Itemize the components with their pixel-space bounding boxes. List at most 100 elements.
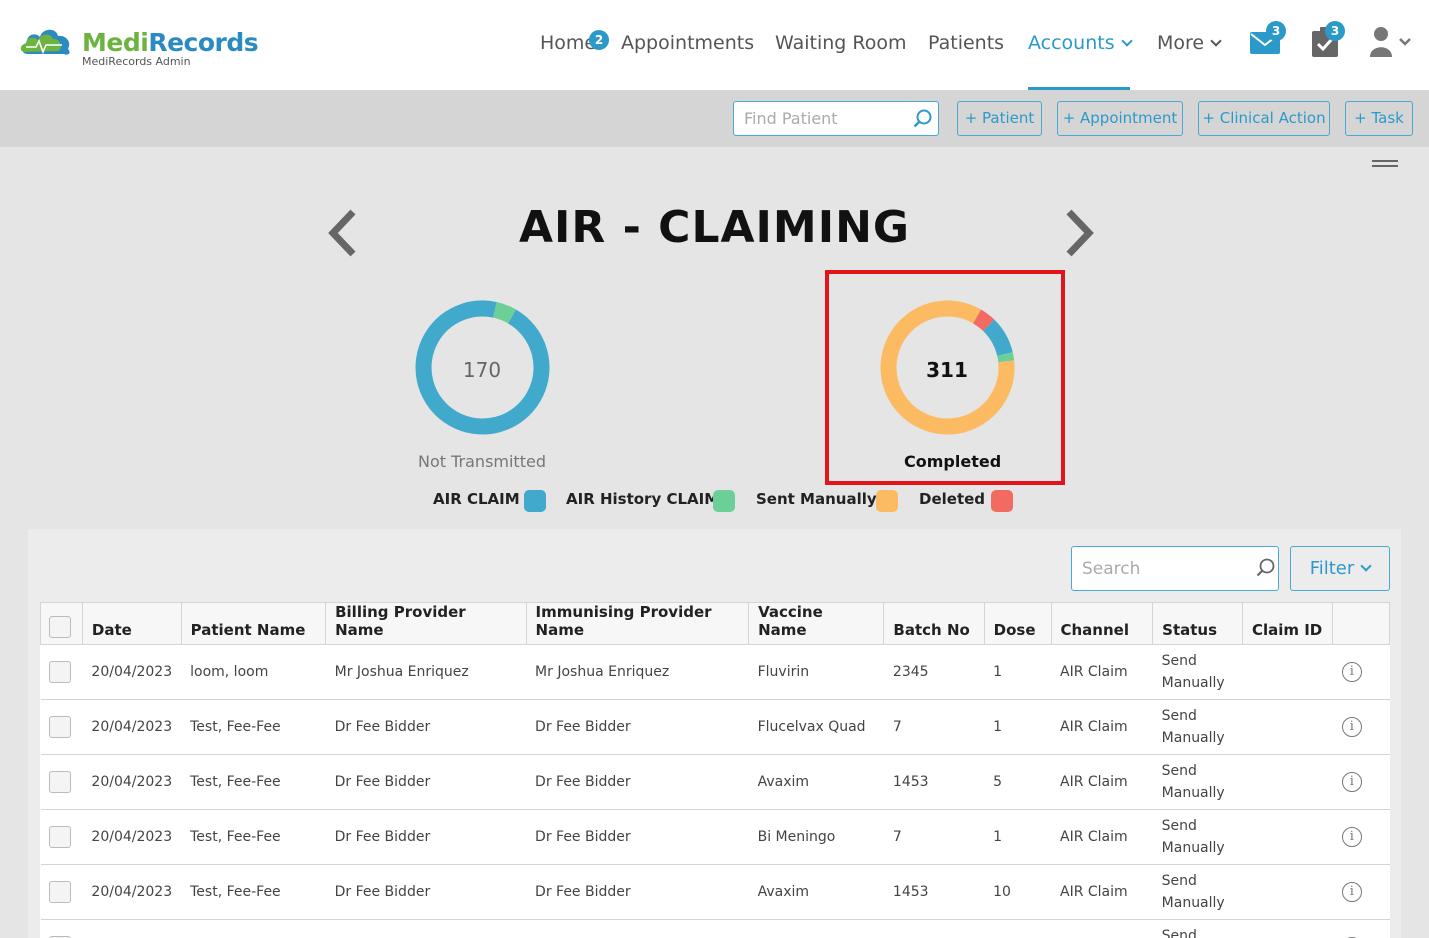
chevron-right-icon[interactable] (1063, 208, 1097, 258)
cell-date: 20/04/2023 (82, 699, 182, 755)
nav-more[interactable]: More (1157, 32, 1222, 54)
cell-status: Send Manually (1152, 919, 1243, 938)
cell-patient-name: Test, Fee-Fee (181, 699, 326, 755)
cell-status: Send Manually (1152, 754, 1243, 810)
info-icon[interactable]: i (1341, 717, 1362, 737)
col-patient-name[interactable]: Patient Name (180, 602, 327, 645)
cell-vaccine-name: AstraZeneca (748, 919, 884, 938)
cell-billing-provider: Dr Fee Bidder (325, 864, 527, 920)
nav-home-label: Home (540, 32, 597, 54)
cell-status: Send Manually (1152, 809, 1243, 865)
col-date[interactable]: Date (81, 602, 182, 645)
add-clinical-action-button[interactable]: + Clinical Action (1198, 101, 1330, 136)
table-row[interactable]: 20/04/2023Test, Fee-FeeDr Fee BidderDr F… (40, 919, 1390, 938)
cell-channel: AIR Claim (1051, 699, 1153, 755)
nav-home[interactable]: Home (540, 32, 596, 54)
row-actions-cell: i (1332, 699, 1390, 755)
row-checkbox[interactable] (48, 661, 71, 683)
select-all-checkbox[interactable] (49, 616, 71, 638)
cell-status: Send Manually (1152, 644, 1243, 700)
cell-batch-no: 7 (883, 809, 985, 865)
logo-subtitle: MediRecords Admin (82, 55, 191, 68)
cell-patient-name: loom, loom (181, 644, 326, 700)
cell-status: Send Manually (1152, 864, 1243, 920)
nav-patients[interactable]: Patients (928, 32, 1004, 54)
search-icon[interactable] (913, 109, 933, 129)
table-search-input[interactable] (1071, 546, 1279, 591)
col-billing-provider[interactable]: Billing Provider Name (325, 602, 527, 645)
hamburger-menu-icon[interactable] (1372, 160, 1398, 170)
legend-air-claim-label: AIR CLAIM (433, 490, 520, 508)
table-row[interactable]: 20/04/2023Test, Fee-FeeDr Fee BidderDr F… (40, 809, 1390, 865)
info-icon[interactable]: i (1341, 882, 1362, 902)
cell-billing-provider: Dr Fee Bidder (325, 809, 527, 865)
completed-label: Completed (904, 452, 1002, 471)
search-icon[interactable] (1256, 558, 1276, 578)
cell-immunising-provider: Dr Fee Bidder (526, 809, 749, 865)
cell-batch-no: 1453 (883, 864, 985, 920)
cell-claim-id (1242, 809, 1333, 865)
add-task-button[interactable]: + Task (1345, 101, 1413, 136)
row-select-cell (40, 644, 83, 700)
col-vaccine-name[interactable]: Vaccine Name (748, 602, 885, 645)
cell-channel: AIR Claim (1051, 919, 1153, 938)
col-channel[interactable]: Channel (1050, 602, 1154, 645)
cell-vaccine-name: Avaxim (748, 864, 884, 920)
nav-waiting-room[interactable]: Waiting Room (775, 32, 906, 54)
logo-wordmark: MediRecords (82, 28, 259, 57)
cell-vaccine-name: Avaxim (748, 754, 884, 810)
legend-deleted-label: Deleted (919, 490, 986, 508)
add-appointment-button[interactable]: + Appointment (1057, 101, 1183, 136)
cell-claim-id (1242, 699, 1333, 755)
cell-dose: 1 (984, 809, 1051, 865)
legend-deleted-swatch (991, 490, 1013, 512)
table-header-row: Date Patient Name Billing Provider Name … (40, 602, 1390, 645)
info-icon[interactable]: i (1341, 827, 1362, 847)
cell-batch-no: 7 (883, 699, 985, 755)
legend-air-history-claim-swatch (713, 490, 735, 512)
table-row[interactable]: 20/04/2023Test, Fee-FeeDr Fee BidderDr F… (40, 864, 1390, 920)
row-select-cell (40, 699, 83, 755)
col-status[interactable]: Status (1152, 602, 1243, 645)
cloud-logo-icon (20, 29, 70, 55)
cell-vaccine-name: Bi Meningo (748, 809, 884, 865)
claims-table: Date Patient Name Billing Provider Name … (40, 602, 1390, 938)
col-claim-id[interactable]: Claim ID (1241, 602, 1334, 645)
chevron-down-icon (1360, 560, 1372, 572)
nav-accounts[interactable]: Accounts (1028, 32, 1133, 54)
row-checkbox[interactable] (48, 826, 71, 848)
completed-count: 311 (926, 358, 968, 382)
legend-sent-manually-label: Sent Manually (756, 490, 877, 508)
medirecords-logo[interactable]: MediRecords MediRecords Admin (18, 24, 259, 74)
filter-button[interactable]: Filter (1290, 546, 1390, 591)
find-patient-input[interactable] (733, 101, 939, 136)
table-row[interactable]: 20/04/2023 loom, loom Mr Joshua Enriquez Mr… (40, 644, 1390, 700)
chevron-down-icon (1120, 35, 1133, 47)
col-immunising-provider[interactable]: Immunising Provider Name (525, 602, 750, 645)
add-patient-button[interactable]: + Patient (957, 101, 1042, 136)
nav-appointments[interactable]: Appointments (621, 32, 754, 54)
row-actions-cell: i (1332, 644, 1390, 700)
cell-dose: 10 (984, 864, 1051, 920)
row-checkbox[interactable] (48, 881, 71, 903)
legend-air-history-claim-label: AIR History CLAIM (566, 490, 720, 508)
col-batch-no[interactable]: Batch No (883, 602, 985, 645)
row-select-cell (40, 809, 83, 865)
table-row[interactable]: 20/04/2023Test, Fee-FeeDr Fee BidderDr F… (40, 699, 1390, 755)
cell-patient-name: Test, Fee-Fee (181, 919, 326, 938)
cell-immunising-provider: Dr Fee Bidder (526, 919, 749, 938)
info-icon[interactable]: i (1341, 662, 1362, 682)
mail-count-badge: 3 (1266, 21, 1286, 41)
row-select-cell (40, 864, 83, 920)
row-checkbox[interactable] (48, 716, 71, 738)
cell-dose: 1 (984, 699, 1051, 755)
col-dose[interactable]: Dose (983, 602, 1052, 645)
col-actions (1332, 602, 1390, 645)
table-row[interactable]: 20/04/2023Test, Fee-FeeDr Fee BidderDr F… (40, 754, 1390, 810)
user-profile-icon[interactable] (1370, 26, 1412, 62)
info-icon[interactable]: i (1341, 772, 1362, 792)
cell-status: Send Manually (1152, 699, 1243, 755)
cell-channel: AIR Claim (1051, 754, 1153, 810)
row-checkbox[interactable] (48, 771, 71, 793)
legend-sent-manually-swatch (876, 490, 898, 512)
